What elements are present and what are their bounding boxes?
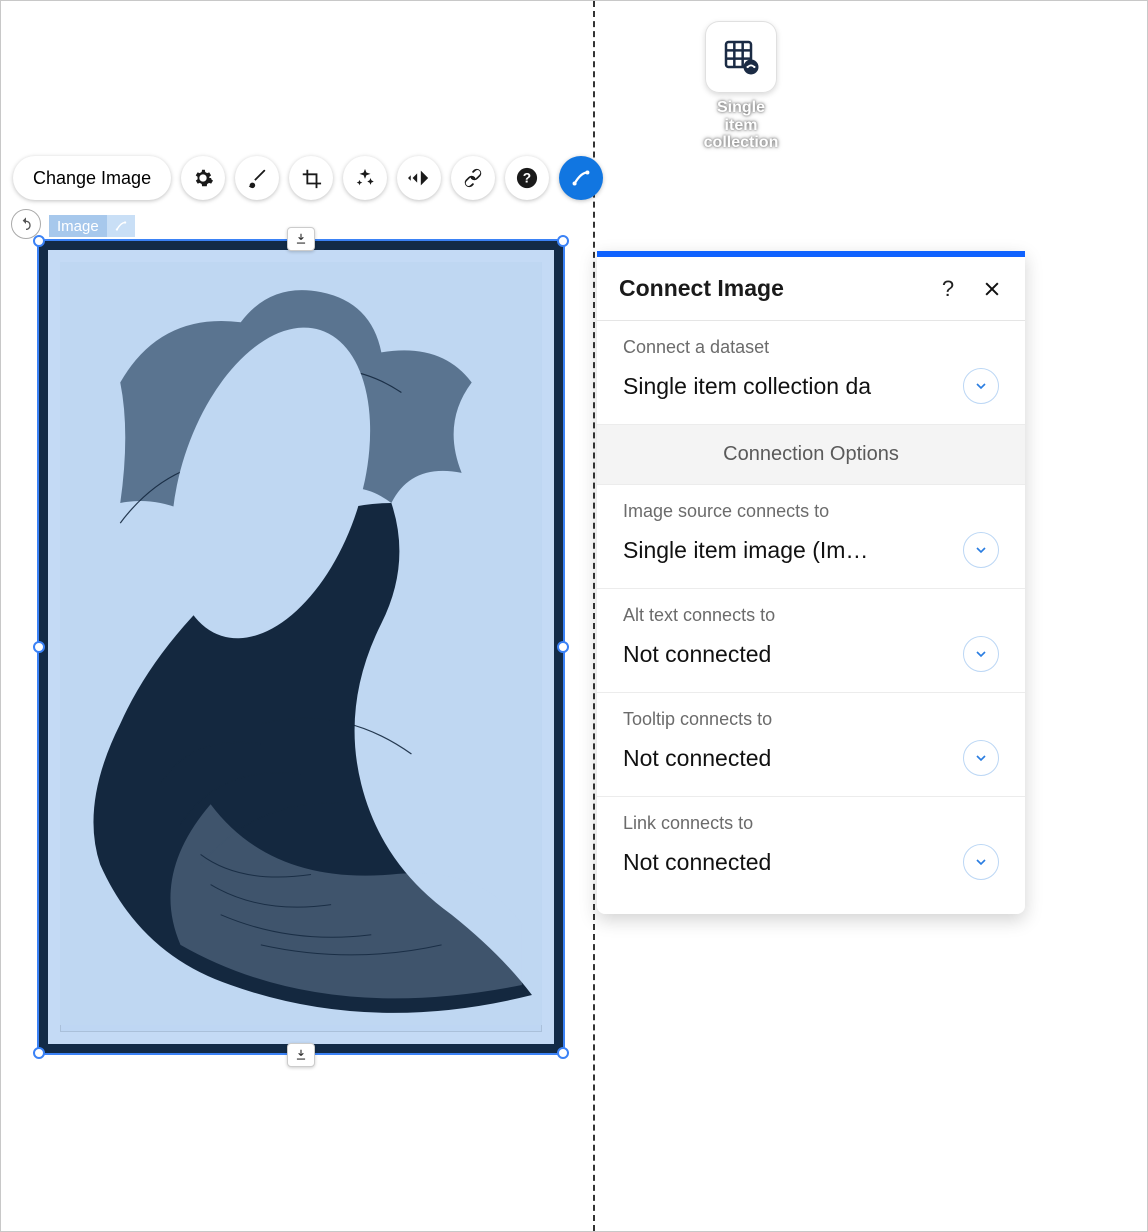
field-label: Alt text connects to [623, 605, 999, 626]
field-chevron[interactable] [963, 636, 999, 672]
resize-handle-mr[interactable] [557, 641, 569, 653]
svg-text:?: ? [523, 171, 531, 186]
close-icon [982, 279, 1002, 299]
connect-dataset-value: Single item collection da [623, 373, 953, 400]
chevron-down-icon [973, 854, 989, 870]
field-select[interactable]: Not connected [623, 844, 999, 880]
element-tag: Image [49, 215, 135, 237]
chevron-down-icon [973, 646, 989, 662]
link-button[interactable] [451, 156, 495, 200]
chevron-down-icon [973, 542, 989, 558]
field-alt-text: Alt text connects to Not connected [597, 589, 1025, 693]
help-icon: ? [516, 167, 538, 189]
gear-icon [192, 167, 214, 189]
field-tooltip: Tooltip connects to Not connected [597, 693, 1025, 797]
image-content [60, 262, 542, 1025]
link-icon [462, 167, 484, 189]
field-chevron[interactable] [963, 844, 999, 880]
floating-toolbar: Change Image ? [13, 156, 603, 200]
image-frame [39, 241, 563, 1053]
change-image-button[interactable]: Change Image [13, 156, 171, 200]
field-label: Link connects to [623, 813, 999, 834]
connect-dataset-chevron[interactable] [963, 368, 999, 404]
panel-close-button[interactable] [981, 278, 1003, 300]
element-tag-connect-icon [107, 215, 135, 237]
sparkle-icon [354, 167, 376, 189]
connect-image-panel: Connect Image ? Connect a dataset Single… [597, 251, 1025, 914]
field-select[interactable]: Not connected [623, 636, 999, 672]
stretch-handle-bottom[interactable] [287, 1043, 315, 1067]
dataset-widget[interactable]: Single item collection [701, 21, 781, 152]
dataset-caption: Single item collection [701, 99, 781, 152]
dataset-icon [705, 21, 777, 93]
field-select[interactable]: Not connected [623, 740, 999, 776]
field-label: Tooltip connects to [623, 709, 999, 730]
element-tag-label: Image [49, 215, 107, 237]
field-chevron[interactable] [963, 532, 999, 568]
help-button[interactable]: ? [505, 156, 549, 200]
connection-options-header: Connection Options [597, 425, 1025, 485]
crop-button[interactable] [289, 156, 333, 200]
field-image-source: Image source connects to Single item ima… [597, 485, 1025, 589]
download-icon [294, 232, 308, 246]
field-value: Not connected [623, 641, 953, 668]
stretch-handle-top[interactable] [287, 227, 315, 251]
field-chevron[interactable] [963, 740, 999, 776]
panel-header: Connect Image ? [597, 257, 1025, 321]
field-link: Link connects to Not connected [597, 797, 1025, 914]
brush-icon [246, 167, 268, 189]
chevron-down-icon [973, 378, 989, 394]
connect-icon [570, 167, 592, 189]
panel-help-button[interactable]: ? [937, 278, 959, 300]
resize-handle-tl[interactable] [33, 235, 45, 247]
field-value: Not connected [623, 849, 953, 876]
connect-data-button[interactable] [559, 156, 603, 200]
field-value: Not connected [623, 745, 953, 772]
animation-icon [408, 167, 430, 189]
editor-canvas: Single item collection Change Image ? [0, 0, 1148, 1232]
chevron-down-icon [973, 750, 989, 766]
field-select[interactable]: Single item image (Im… [623, 532, 999, 568]
selected-image-element[interactable]: Image [39, 241, 563, 1053]
question-icon: ? [942, 276, 954, 302]
design-button[interactable] [235, 156, 279, 200]
field-label: Image source connects to [623, 501, 999, 522]
resize-handle-bl[interactable] [33, 1047, 45, 1059]
field-value: Single item image (Im… [623, 537, 953, 564]
resize-handle-ml[interactable] [33, 641, 45, 653]
connect-dataset-select[interactable]: Single item collection da [623, 368, 999, 404]
connect-dataset-label: Connect a dataset [623, 337, 999, 358]
panel-title: Connect Image [619, 275, 784, 302]
resize-handle-tr[interactable] [557, 235, 569, 247]
crop-icon [300, 167, 322, 189]
animation-button[interactable] [397, 156, 441, 200]
undo-icon [18, 216, 34, 232]
connect-dataset-section: Connect a dataset Single item collection… [597, 321, 1025, 425]
download-icon [294, 1048, 308, 1062]
filters-button[interactable] [343, 156, 387, 200]
settings-button[interactable] [181, 156, 225, 200]
resize-handle-br[interactable] [557, 1047, 569, 1059]
